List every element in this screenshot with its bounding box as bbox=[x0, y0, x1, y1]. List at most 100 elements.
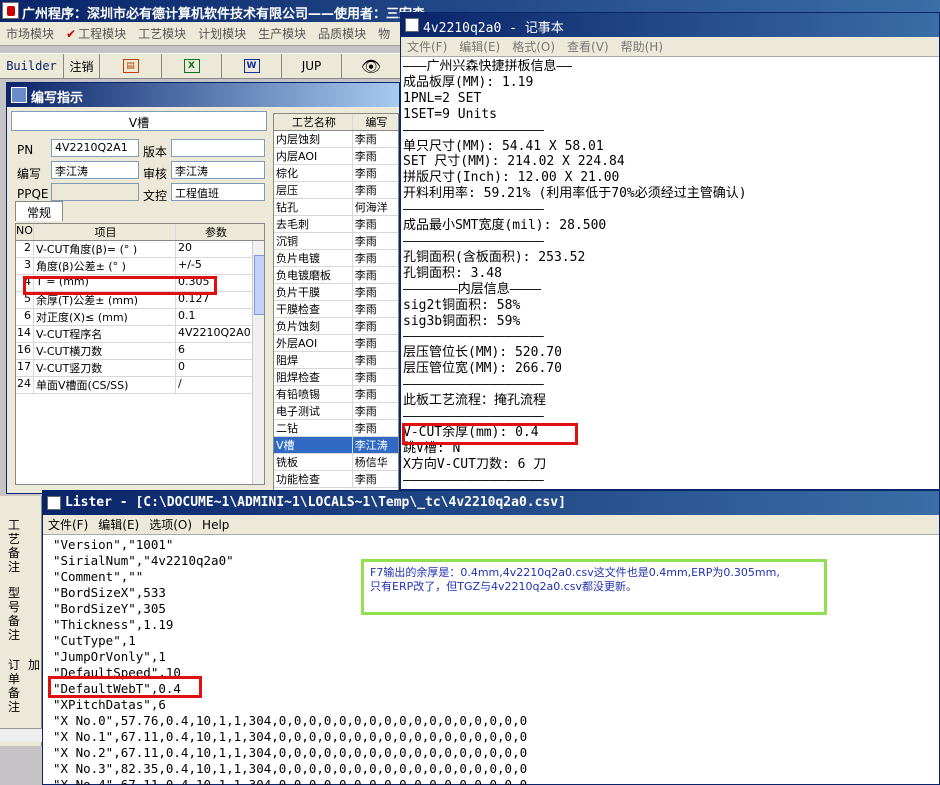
module-material[interactable]: 物 bbox=[372, 25, 396, 42]
jup-button[interactable]: JUP bbox=[282, 54, 342, 78]
process-name: 功能检查 bbox=[274, 471, 353, 487]
param-table-scrollbar[interactable] bbox=[252, 241, 264, 484]
report-button[interactable]: ▤ bbox=[100, 54, 162, 78]
table-row[interactable]: 负片蚀刻 李雨 bbox=[274, 318, 398, 335]
menu-help[interactable]: Help bbox=[197, 518, 234, 532]
table-row[interactable]: 6 对正度(X)≤ (mm) 0.1 bbox=[16, 309, 264, 326]
text-line: 此板工艺流程：掩孔流程 bbox=[403, 393, 547, 409]
menu-file[interactable]: 文件(F) bbox=[43, 516, 93, 533]
menu-help[interactable]: 帮助(H) bbox=[615, 38, 669, 55]
process-name: 负电镀磨板 bbox=[274, 267, 353, 283]
highlight-notepad-thickness bbox=[402, 423, 578, 445]
menu-file[interactable]: 文件(F) bbox=[401, 38, 453, 55]
row-item: V-CUT角度(β)= (° ) bbox=[34, 241, 176, 257]
table-row[interactable]: 2 V-CUT角度(β)= (° ) 20 bbox=[16, 241, 264, 258]
module-quality[interactable]: 品质模块 bbox=[312, 25, 372, 42]
excel-icon: X bbox=[183, 59, 200, 73]
process-name: 棕化 bbox=[274, 165, 353, 181]
col-no-header[interactable]: NO bbox=[16, 224, 34, 240]
scrollbar-thumb[interactable] bbox=[254, 255, 264, 315]
module-engineering[interactable]: ✔ 工程模块 bbox=[60, 25, 132, 42]
pn-field[interactable]: 4V2210Q2A1 bbox=[51, 139, 139, 157]
process-owner: 何海洋 bbox=[354, 201, 388, 214]
toolbar: Builder 注销 ▤ X W JUP 👁 bbox=[0, 53, 400, 79]
col-process-name-header[interactable]: 工艺名称 bbox=[274, 114, 353, 130]
version-label: 版本 bbox=[143, 145, 168, 159]
table-row[interactable]: 24 单面V槽面(CS/SS) / bbox=[16, 377, 264, 394]
table-row[interactable]: 17 V-CUT竖刀数 0 bbox=[16, 360, 264, 377]
word-button[interactable]: W bbox=[222, 54, 282, 78]
table-row[interactable]: 干膜检查 李雨 bbox=[274, 301, 398, 318]
process-owner: 李雨 bbox=[354, 320, 377, 333]
table-row[interactable]: 负片电镀 李雨 bbox=[274, 250, 398, 267]
process-name: 阻焊检查 bbox=[274, 369, 353, 385]
process-name: 沉铜 bbox=[274, 233, 353, 249]
review-label: 审核 bbox=[143, 167, 168, 181]
tab-model-notes[interactable]: 型号备注 bbox=[6, 586, 22, 642]
table-row[interactable]: 钻孔 何海洋 bbox=[274, 199, 398, 216]
table-row[interactable]: 负电镀磨板 李雨 bbox=[274, 267, 398, 284]
module-market[interactable]: 市场模块 bbox=[0, 25, 60, 42]
review-field[interactable]: 李江涛 bbox=[171, 161, 265, 179]
tab-order-notes[interactable]: 订单备注 bbox=[6, 658, 22, 714]
table-row[interactable]: 棕化 李雨 bbox=[274, 165, 398, 182]
table-row[interactable]: 14V-CUT程序名4V2210Q2A0.cs bbox=[16, 326, 264, 343]
table-row[interactable]: 3 角度(β)公差± (° ) +/-5 bbox=[16, 258, 264, 275]
module-process[interactable]: 工艺模块 bbox=[132, 25, 192, 42]
col-owner-header[interactable]: 编写 bbox=[353, 114, 398, 130]
table-row[interactable]: 内层蚀刻 李雨 bbox=[274, 131, 398, 148]
controller-label: 文控 bbox=[143, 189, 168, 203]
col-param-header[interactable]: 参数 bbox=[176, 224, 254, 240]
text-line: "XPitchDatas",6 bbox=[53, 697, 166, 712]
table-row[interactable]: 有铅喷锡 李雨 bbox=[274, 386, 398, 403]
process-name: 阻焊 bbox=[274, 352, 353, 368]
table-row[interactable]: 16 V-CUT横刀数 6 bbox=[16, 343, 264, 360]
tab-process-notes[interactable]: 工艺备注 bbox=[6, 518, 22, 574]
row-no: 17 bbox=[16, 360, 34, 376]
menu-options[interactable]: 选项(O) bbox=[144, 516, 197, 533]
tab-extra[interactable]: 加 bbox=[28, 658, 40, 672]
tab-normal[interactable]: 常规 bbox=[15, 201, 63, 221]
table-row[interactable]: 外层AOI 李雨 bbox=[274, 335, 398, 352]
module-planning[interactable]: 计划模块 bbox=[192, 25, 252, 42]
process-name: 负片电镀 bbox=[274, 250, 353, 266]
table-row[interactable]: 阻焊检查 李雨 bbox=[274, 369, 398, 386]
row-no: 14 bbox=[16, 326, 34, 342]
table-row[interactable]: 电子测试 李雨 bbox=[274, 403, 398, 420]
author-field[interactable]: 李江涛 bbox=[51, 161, 139, 179]
builder-button[interactable]: Builder bbox=[0, 54, 64, 78]
module-production[interactable]: 生产模块 bbox=[252, 25, 312, 42]
menu-format[interactable]: 格式(O) bbox=[506, 38, 561, 55]
table-header: NO 项目 参数 bbox=[16, 224, 264, 241]
row-param: +/-5 bbox=[178, 258, 202, 271]
menu-edit[interactable]: 编辑(E) bbox=[453, 38, 506, 55]
module-menu-bar: 市场模块 ✔ 工程模块 工艺模块 计划模块 生产模块 品质模块 物 bbox=[0, 22, 420, 46]
menu-view[interactable]: 查看(V) bbox=[561, 38, 615, 55]
ppqe-label: PPQE bbox=[17, 187, 49, 201]
table-row[interactable]: V槽 李江涛 bbox=[274, 437, 398, 454]
version-field[interactable] bbox=[171, 139, 265, 157]
table-row[interactable]: 功能检查 李雨 bbox=[274, 471, 398, 488]
col-item-header[interactable]: 项目 bbox=[34, 224, 176, 240]
table-row[interactable]: 内层AOI 李雨 bbox=[274, 148, 398, 165]
table-row[interactable]: 层压 李雨 bbox=[274, 182, 398, 199]
table-row[interactable]: 二钻 李雨 bbox=[274, 420, 398, 437]
excel-button[interactable]: X bbox=[162, 54, 222, 78]
table-row[interactable]: 阻焊 李雨 bbox=[274, 352, 398, 369]
text-line: "X No.2",67.11,0.4,10,1,1,304,0,0,0,0,0,… bbox=[53, 745, 528, 760]
text-line: "Version","1001" bbox=[53, 537, 174, 552]
table-row[interactable]: 负片干膜 李雨 bbox=[274, 284, 398, 301]
view-button[interactable]: 👁 bbox=[342, 54, 400, 78]
row-no: 2 bbox=[16, 241, 34, 257]
logout-button[interactable]: 注销 bbox=[64, 54, 100, 78]
table-row[interactable]: 铣板 杨信华 bbox=[274, 454, 398, 471]
highlight-erp-thickness bbox=[23, 276, 217, 295]
instruction-window-title: 编写指示 bbox=[7, 83, 399, 107]
controller-field[interactable]: 工程值班 bbox=[171, 183, 265, 201]
horizontal-scrollbar[interactable] bbox=[0, 728, 42, 742]
ppqe-field[interactable] bbox=[51, 183, 139, 201]
process-name: 钻孔 bbox=[274, 199, 353, 215]
table-row[interactable]: 去毛刺 李雨 bbox=[274, 216, 398, 233]
menu-edit[interactable]: 编辑(E) bbox=[93, 516, 144, 533]
table-row[interactable]: 沉铜 李雨 bbox=[274, 233, 398, 250]
